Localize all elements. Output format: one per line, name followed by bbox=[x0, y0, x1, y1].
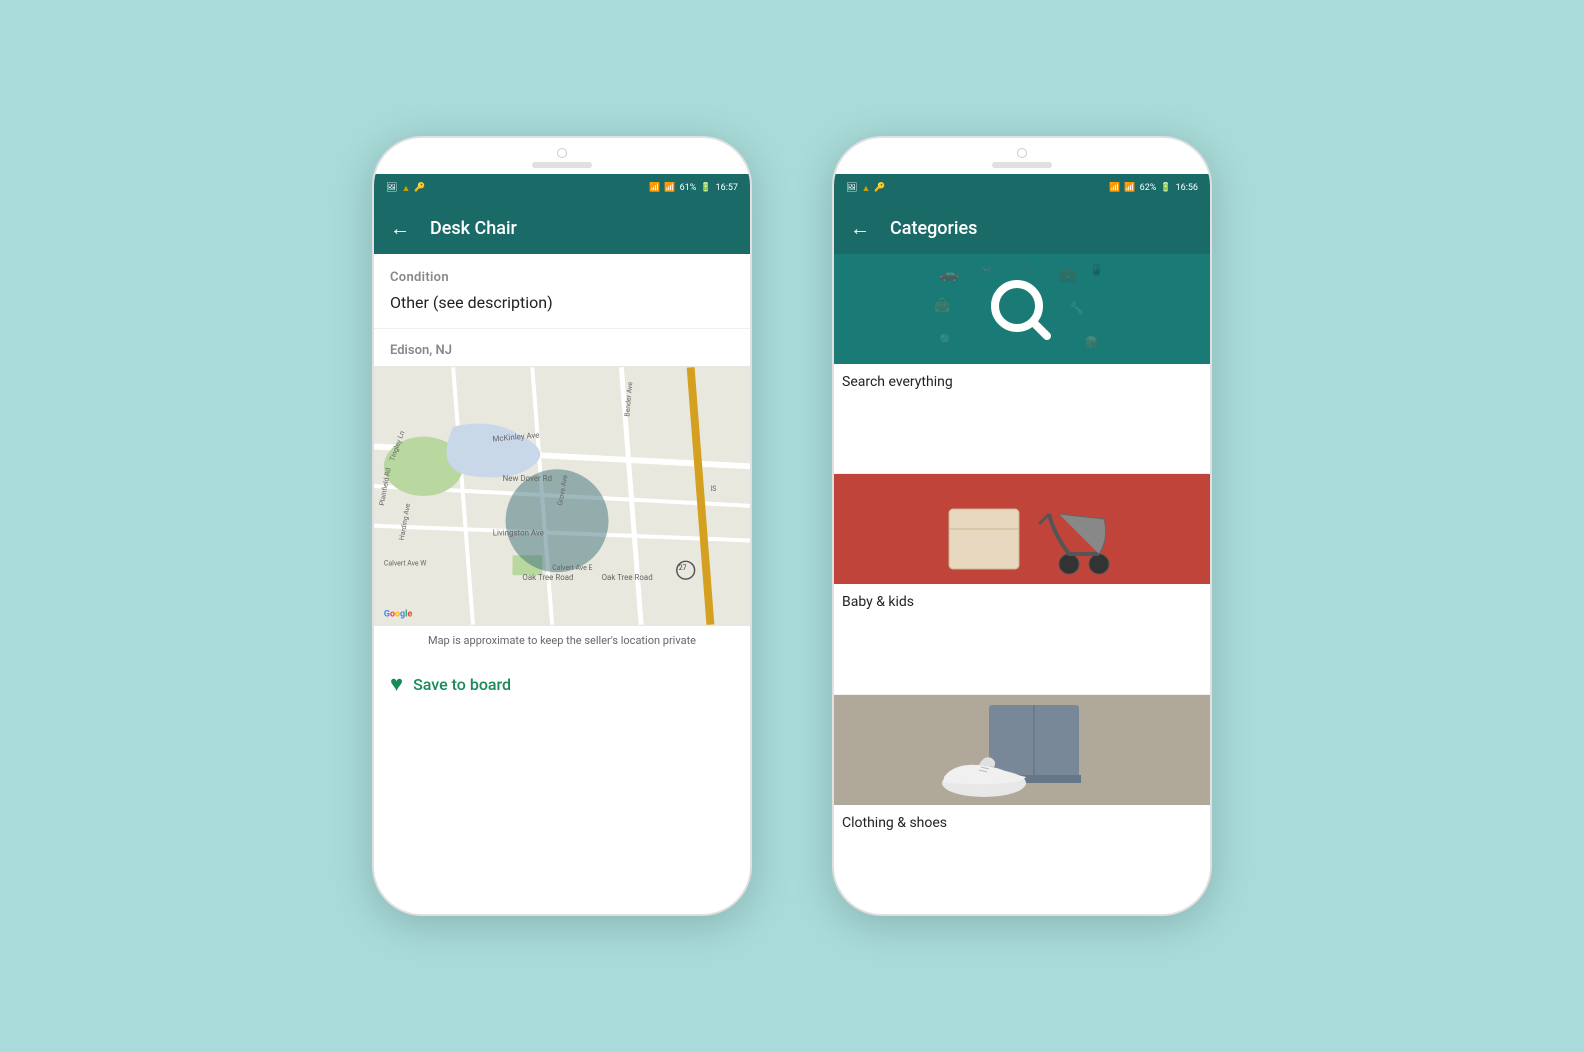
front-camera bbox=[557, 148, 567, 158]
location-label: Edison, NJ bbox=[374, 329, 750, 366]
phone-categories: 🖼 ▲ 🔑 📶 📶 62% 🔋 16:56 ← Categories bbox=[832, 136, 1212, 916]
triangle-icon-2: ▲ bbox=[861, 183, 870, 194]
battery-icon: 🔋 bbox=[700, 183, 711, 193]
svg-text:Oak Tree Road: Oak Tree Road bbox=[602, 573, 653, 582]
svg-text:🎵: 🎵 bbox=[1019, 263, 1036, 280]
status-bar: 🖼 ▲ 🔑 📶 📶 61% 🔋 16:57 bbox=[374, 174, 750, 202]
status-bar-2: 🖼 ▲ 🔑 📶 📶 62% 🔋 16:56 bbox=[834, 174, 1210, 202]
category-label-baby-kids: Baby & kids bbox=[834, 584, 1210, 620]
back-button-2[interactable]: ← bbox=[850, 216, 870, 241]
save-board-label: Save to board bbox=[413, 675, 511, 694]
categories-grid: 🚗 🎮 🎵 💼 📱 👜 🔧 🔍 📦 Search eve bbox=[834, 254, 1210, 914]
category-label-search-everything: Search everything bbox=[834, 364, 1210, 400]
status-right-icons-2: 📶 📶 62% 🔋 16:56 bbox=[1109, 183, 1198, 193]
triangle-icon: ▲ bbox=[401, 183, 410, 194]
screen-title: Desk Chair bbox=[430, 218, 517, 239]
category-baby-kids[interactable]: Baby & kids bbox=[834, 474, 1210, 693]
svg-text:Google: Google bbox=[384, 610, 413, 620]
condition-value: Other (see description) bbox=[374, 289, 750, 329]
battery-percent: 61% bbox=[680, 183, 697, 193]
category-search-everything[interactable]: 🚗 🎮 🎵 💼 📱 👜 🔧 🔍 📦 Search eve bbox=[834, 254, 1210, 473]
svg-text:🔧: 🔧 bbox=[1069, 300, 1084, 315]
category-image-search-everything: 🚗 🎮 🎵 💼 📱 👜 🔧 🔍 📦 bbox=[834, 254, 1210, 364]
svg-text:🔍: 🔍 bbox=[939, 332, 954, 347]
category-image-baby-kids bbox=[834, 474, 1210, 584]
image-icon: 🖼 bbox=[386, 183, 397, 193]
condition-label: Condition bbox=[374, 254, 750, 289]
map-caption: Map is approximate to keep the seller's … bbox=[374, 626, 750, 655]
svg-text:🚗: 🚗 bbox=[939, 264, 959, 283]
status-right-icons: 📶 📶 61% 🔋 16:57 bbox=[649, 183, 738, 193]
signal-icon: 📶 bbox=[664, 183, 675, 193]
svg-text:Oak Tree Road: Oak Tree Road bbox=[522, 573, 573, 582]
save-to-board-button[interactable]: ♥ Save to board bbox=[374, 655, 750, 713]
svg-text:💼: 💼 bbox=[1059, 267, 1077, 283]
battery-percent-2: 62% bbox=[1140, 183, 1157, 193]
signal-icon-2: 📶 bbox=[1124, 183, 1135, 193]
svg-text:Calvert Ave E: Calvert Ave E bbox=[552, 564, 592, 572]
heart-icon: ♥ bbox=[390, 671, 403, 697]
desk-chair-content: Condition Other (see description) Edison… bbox=[374, 254, 750, 914]
svg-text:IS: IS bbox=[710, 485, 716, 493]
speaker-2 bbox=[992, 162, 1052, 168]
wifi-icon-2: 📶 bbox=[1109, 183, 1120, 193]
time-display: 16:57 bbox=[716, 183, 738, 193]
svg-text:New Dover Rd: New Dover Rd bbox=[503, 474, 552, 483]
speaker bbox=[532, 162, 592, 168]
svg-text:Livingston Ave: Livingston Ave bbox=[493, 529, 544, 538]
battery-icon-2: 🔋 bbox=[1160, 183, 1171, 193]
key-icon: 🔑 bbox=[414, 183, 425, 193]
svg-text:📱: 📱 bbox=[1089, 263, 1104, 277]
screen-title-2: Categories bbox=[890, 218, 977, 239]
status-left-icons-2: 🖼 ▲ 🔑 bbox=[846, 183, 886, 194]
status-left-icons: 🖼 ▲ 🔑 bbox=[386, 183, 426, 194]
phone-top-bezel-2 bbox=[834, 138, 1210, 174]
phone-top-bezel bbox=[374, 138, 750, 174]
category-image-clothing-shoes bbox=[834, 695, 1210, 805]
app-bar-categories: ← Categories bbox=[834, 202, 1210, 254]
category-clothing-shoes[interactable]: Clothing & shoes bbox=[834, 695, 1210, 914]
wifi-icon: 📶 bbox=[649, 183, 660, 193]
app-bar-desk-chair: ← Desk Chair bbox=[374, 202, 750, 254]
back-button[interactable]: ← bbox=[390, 216, 410, 241]
svg-text:👜: 👜 bbox=[934, 297, 950, 313]
image-icon-2: 🖼 bbox=[846, 183, 857, 193]
svg-text:🎮: 🎮 bbox=[979, 263, 994, 277]
category-label-clothing-shoes: Clothing & shoes bbox=[834, 805, 1210, 841]
phone-screen: 🖼 ▲ 🔑 📶 📶 61% 🔋 16:57 ← Desk Chair Condi… bbox=[374, 174, 750, 914]
phone-desk-chair: 🖼 ▲ 🔑 📶 📶 61% 🔋 16:57 ← Desk Chair Condi… bbox=[372, 136, 752, 916]
time-display-2: 16:56 bbox=[1176, 183, 1198, 193]
front-camera-2 bbox=[1017, 148, 1027, 158]
svg-text:Calvert Ave W: Calvert Ave W bbox=[384, 559, 427, 567]
svg-text:📦: 📦 bbox=[1084, 335, 1099, 349]
key-icon-2: 🔑 bbox=[874, 183, 885, 193]
map-view: McKinley Ave New Dover Rd Livingston Ave… bbox=[374, 366, 750, 626]
svg-text:27: 27 bbox=[679, 564, 687, 572]
phone-screen-2: 🖼 ▲ 🔑 📶 📶 62% 🔋 16:56 ← Categories bbox=[834, 174, 1210, 914]
